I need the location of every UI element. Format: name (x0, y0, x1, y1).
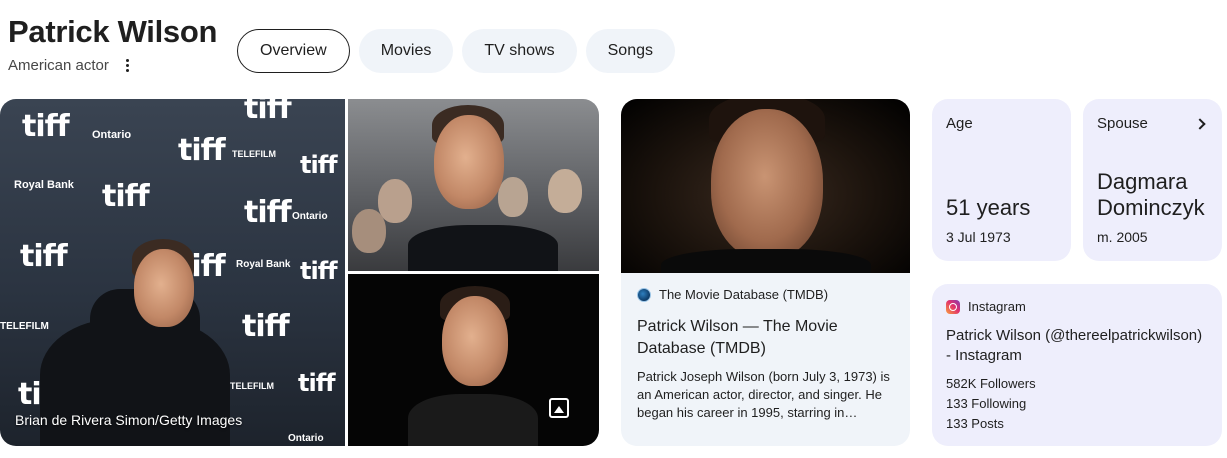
age-label: Age (946, 115, 973, 132)
entity-tabs: Overview Movies TV shows Songs (237, 29, 675, 73)
followers-count: 582K Followers (946, 376, 1036, 391)
image-gallery-icon[interactable] (549, 398, 569, 418)
tmdb-favicon-icon (637, 287, 651, 302)
entity-title: Patrick Wilson (8, 14, 218, 49)
telefilm-logo: TELEFILM (0, 321, 49, 332)
age-value: 51 years (946, 195, 1031, 220)
tiff-logo: tiff (298, 369, 336, 397)
spouse-fact-card[interactable]: Spouse Dagmara Dominczyk m. 2005 (1083, 99, 1222, 261)
birth-date: 3 Jul 1973 (946, 229, 1011, 245)
instagram-label: Instagram (968, 299, 1026, 314)
posts-count: 133 Posts (946, 416, 1004, 431)
subtitle-row: American actor (8, 56, 217, 74)
following-count: 133 Following (946, 396, 1027, 411)
portrait-photo[interactable] (348, 274, 599, 446)
tiff-logo: tiff (300, 257, 338, 285)
tiff-logo: tiff (20, 239, 68, 274)
more-options-icon[interactable] (123, 56, 133, 74)
ontario-logo: Ontario (292, 211, 328, 222)
red-carpet-photo[interactable] (348, 99, 599, 271)
tab-movies[interactable]: Movies (358, 29, 454, 73)
tiff-logo: tiff (178, 133, 226, 168)
instagram-source: Instagram (946, 299, 1208, 314)
photo-credit: Brian de Rivera Simon/Getty Images (15, 412, 243, 428)
source-name: The Movie Database (TMDB) (659, 287, 829, 302)
tiff-logo: tiff (244, 99, 292, 126)
entity-header: Patrick Wilson American actor (8, 14, 217, 74)
tiff-logo: tiff (300, 151, 338, 179)
telefilm-logo: TELEFILM (230, 381, 274, 391)
instagram-card[interactable]: Instagram Patrick Wilson (@thereelpatric… (932, 284, 1222, 446)
spouse-label: Spouse (1097, 115, 1208, 132)
tmdb-result-card[interactable]: The Movie Database (TMDB) Patrick Wilson… (621, 273, 910, 446)
chevron-right-icon[interactable] (1194, 117, 1206, 130)
tab-tv-shows[interactable]: TV shows (462, 29, 577, 73)
instagram-account[interactable]: Patrick Wilson (@thereelpatrickwilson) -… (946, 326, 1208, 366)
tiff-logo: tiff (22, 109, 70, 144)
result-snippet: Patrick Joseph Wilson (born July 3, 1973… (637, 369, 890, 420)
tab-songs[interactable]: Songs (585, 29, 675, 73)
spouse-value: Dagmara Dominczyk (1097, 169, 1205, 220)
marriage-year: m. 2005 (1097, 229, 1148, 245)
tiff-logo: tiff (244, 195, 292, 230)
ontario-logo: Ontario (288, 433, 324, 444)
result-title[interactable]: Patrick Wilson — The Movie Database (TMD… (637, 316, 894, 360)
tiff-logo: tiff (242, 309, 290, 344)
source-row: The Movie Database (TMDB) (637, 287, 894, 302)
royal-bank-logo: Royal Bank (14, 179, 74, 191)
telefilm-logo: TELEFILM (232, 149, 276, 159)
age-fact-card[interactable]: Age 51 years 3 Jul 1973 (932, 99, 1071, 261)
instagram-icon (946, 299, 960, 314)
entity-subtitle: American actor (8, 56, 109, 74)
main-photo[interactable]: tiff Ontario tiff TELEFILM tiff tiff Roy… (0, 99, 345, 446)
ontario-logo: Ontario (92, 129, 132, 141)
instagram-stats: 582K Followers 133 Following 133 Posts (946, 374, 1208, 434)
tab-overview[interactable]: Overview (237, 29, 350, 73)
royal-bank-logo: Royal Bank (236, 259, 291, 270)
tiff-logo: tiff (102, 179, 150, 214)
tmdb-photo[interactable] (621, 99, 910, 273)
